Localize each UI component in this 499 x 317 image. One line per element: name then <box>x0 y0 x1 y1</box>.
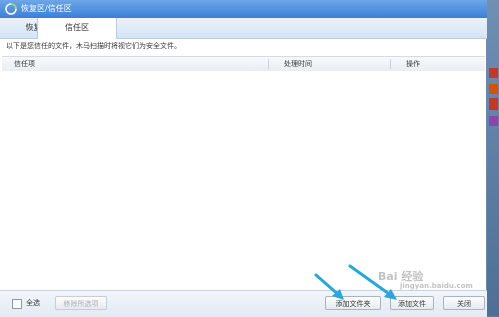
add-folder-button[interactable]: 添加文件夹 <box>325 296 381 310</box>
watermark-sub: jingyan.baidu.com <box>400 282 473 290</box>
remove-selected-button[interactable]: 移除所选项 <box>55 296 107 310</box>
column-header-action[interactable]: 操作 <box>406 57 420 71</box>
column-divider[interactable] <box>268 59 269 69</box>
column-divider[interactable] <box>390 59 391 69</box>
desktop-color-swatch <box>489 84 498 94</box>
info-text: 以下是您信任的文件，木马扫描时将视它们为安全文件。 <box>6 42 181 50</box>
window-titlebar: 恢复区/信任区 <box>0 0 487 18</box>
column-header-trusted-item[interactable]: 信任项 <box>14 57 35 71</box>
window-title: 恢复区/信任区 <box>21 4 72 13</box>
table-header: 信任项 处理时间 操作 <box>2 56 485 72</box>
select-all-checkbox[interactable] <box>12 299 22 309</box>
add-file-button[interactable]: 添加文件 <box>390 296 434 310</box>
column-header-process-time[interactable]: 处理时间 <box>284 57 312 71</box>
app-logo-icon <box>5 3 17 15</box>
tab-trust-zone[interactable]: 信任区 <box>37 18 117 39</box>
desktop-color-swatch <box>489 116 498 126</box>
desktop-color-swatch <box>489 98 498 110</box>
desktop-background-strip <box>487 0 499 316</box>
select-all-label[interactable]: 全选 <box>26 298 40 308</box>
baidu-watermark: Bai 经验 jingyan.baidu.com <box>378 268 473 290</box>
tab-bar: 恢复区 信任区 <box>0 18 487 39</box>
trusted-items-list[interactable] <box>2 71 485 285</box>
desktop-color-swatch <box>489 68 498 78</box>
close-button[interactable]: 关闭 <box>443 296 485 310</box>
